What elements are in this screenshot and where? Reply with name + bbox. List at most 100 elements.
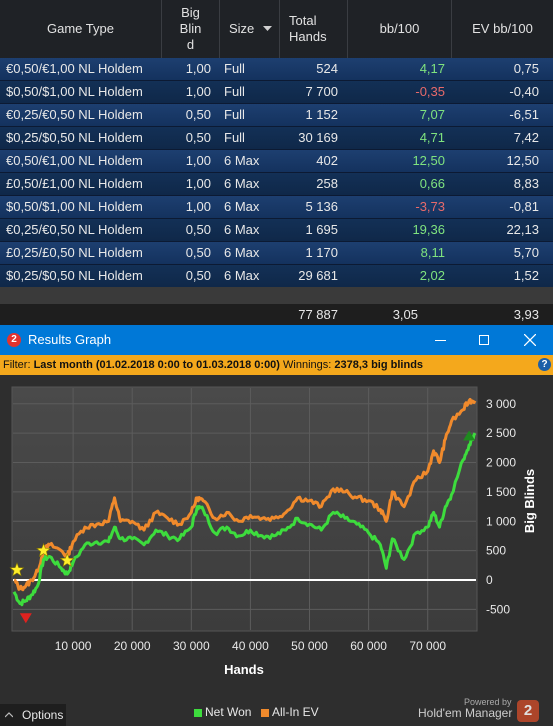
- cell-bb100: 2,02: [419, 268, 445, 283]
- cell-bb100: 0,66: [419, 176, 445, 191]
- col-game-type-label: Game Type: [47, 21, 114, 36]
- table-row[interactable]: $0,25/$0,50 NL Holdem 0,50 6 Max 29 681 2,02…: [0, 265, 553, 288]
- cell-total-hands: 258: [316, 176, 338, 191]
- brand-name: Hold'em Manager: [418, 706, 513, 720]
- x-tick-label: 50 000: [291, 639, 328, 653]
- cell-size: Full: [224, 61, 245, 76]
- results-chart[interactable]: 10 000 20 000 30 000 40 000 50 000 60 000 70 0…: [0, 375, 553, 698]
- sort-down-icon: [263, 26, 272, 31]
- close-button[interactable]: [515, 325, 545, 355]
- options-button[interactable]: Options: [0, 704, 66, 726]
- cell-total-hands: 402: [316, 153, 338, 168]
- cell-ev-bb100: 12,50: [506, 153, 539, 168]
- filter-bar: Filter: Last month (01.02.2018 0:00 to 0…: [0, 355, 553, 375]
- chevron-up-icon: [5, 712, 13, 718]
- table-row[interactable]: €0,25/€0,50 NL Holdem 0,50 6 Max 1 695 19,36…: [0, 219, 553, 242]
- cell-game-type: $0,50/$1,00 NL Holdem: [6, 84, 143, 99]
- help-icon[interactable]: ?: [538, 358, 551, 371]
- cell-total-hands: 29 681: [298, 268, 338, 283]
- table-row[interactable]: €0,25/€0,50 NL Holdem 0,50 Full 1 152 7,07 -6…: [0, 104, 553, 127]
- table-row[interactable]: £0,25/£0,50 NL Holdem 0,50 6 Max 1 170 8,11 5…: [0, 242, 553, 265]
- table-header: Game Type Big Blin d Size Total Hands bb/10…: [0, 0, 553, 58]
- cell-size: 6 Max: [224, 222, 260, 237]
- x-tick-label: 10 000: [55, 639, 92, 653]
- col-ev-bb100[interactable]: EV bb/100: [452, 0, 553, 58]
- minimize-icon: [435, 340, 446, 341]
- x-tick-label: 40 000: [232, 639, 269, 653]
- cell-big-blind: 1,00: [185, 176, 211, 191]
- cell-bb100: 4,71: [419, 130, 445, 145]
- col-big-blind-label: Big Blin d: [179, 5, 202, 52]
- cell-total-hands: 1 695: [305, 222, 338, 237]
- maximize-button[interactable]: [470, 325, 500, 355]
- cell-bb100: 8,11: [420, 245, 445, 260]
- table-totals-row: 77 887 3,05 3,93: [0, 304, 553, 325]
- table-row[interactable]: €0,50/€1,00 NL Holdem 1,00 Full 524 4,17 0,75: [0, 58, 553, 81]
- cell-game-type: €0,25/€0,50 NL Holdem: [6, 107, 143, 122]
- cell-ev-bb100: -6,51: [509, 107, 539, 122]
- cell-total-hands: 30 169: [298, 130, 338, 145]
- x-tick-label: 20 000: [114, 639, 151, 653]
- cell-game-type: £0,50/£1,00 NL Holdem: [6, 176, 143, 191]
- cell-size: 6 Max: [224, 153, 260, 168]
- y-tick-label: -500: [486, 602, 510, 616]
- table-row[interactable]: $0,50/$1,00 NL Holdem 1,00 6 Max 5 136 -3,73…: [0, 196, 553, 219]
- winnings-value: 2378,3 big blinds: [334, 359, 424, 371]
- x-tick-label: 70 000: [409, 639, 446, 653]
- y-axis-label: Big Blinds: [522, 469, 537, 533]
- cell-total-hands: 1 170: [305, 245, 338, 260]
- cell-ev-bb100: 7,42: [513, 130, 539, 145]
- maximize-icon: [479, 335, 489, 345]
- cell-bb100: 4,17: [419, 61, 445, 76]
- cell-ev-bb100: 0,75: [513, 61, 539, 76]
- cell-ev-bb100: 5,70: [513, 245, 539, 260]
- results-graph-titlebar[interactable]: 2 Results Graph: [0, 325, 553, 355]
- cell-big-blind: 1,00: [185, 153, 211, 168]
- cell-bb100: 19,36: [412, 222, 445, 237]
- y-tick-label: 500: [486, 544, 506, 558]
- winnings-label: Winnings:: [283, 359, 332, 371]
- col-game-type[interactable]: Game Type: [0, 0, 162, 58]
- table-row[interactable]: $0,25/$0,50 NL Holdem 0,50 Full 30 169 4,71 7…: [0, 127, 553, 150]
- cell-ev-bb100: 8,83: [513, 176, 539, 191]
- y-tick-label: 1 500: [486, 485, 516, 499]
- cell-total-hands: 5 136: [305, 199, 338, 214]
- table-row[interactable]: $0,50/$1,00 NL Holdem 1,00 Full 7 700 -0,35 -…: [0, 81, 553, 104]
- cell-bb100: 7,07: [419, 107, 445, 122]
- cell-game-type: €0,50/€1,00 NL Holdem: [6, 153, 143, 168]
- window-title: Results Graph: [28, 332, 112, 347]
- close-icon: [524, 334, 536, 346]
- cell-size: 6 Max: [224, 245, 260, 260]
- table-row[interactable]: £0,50/£1,00 NL Holdem 1,00 6 Max 258 0,66 8,8…: [0, 173, 553, 196]
- cell-game-type: $0,25/$0,50 NL Holdem: [6, 268, 143, 283]
- cell-big-blind: 0,50: [185, 245, 211, 260]
- cell-big-blind: 0,50: [185, 107, 211, 122]
- cell-size: 6 Max: [224, 268, 260, 283]
- y-tick-label: 1 000: [486, 514, 516, 528]
- minimize-button[interactable]: [426, 325, 456, 355]
- cell-size: Full: [224, 130, 245, 145]
- cell-game-type: $0,25/$0,50 NL Holdem: [6, 130, 143, 145]
- col-big-blind[interactable]: Big Blin d: [162, 0, 220, 58]
- y-tick-label: 2 500: [486, 426, 516, 440]
- y-tick-label: 3 000: [486, 397, 516, 411]
- cell-big-blind: 1,00: [185, 199, 211, 214]
- table-row[interactable]: €0,50/€1,00 NL Holdem 1,00 6 Max 402 12,50 12…: [0, 150, 553, 173]
- cell-total-hands: 7 700: [305, 84, 338, 99]
- col-bb100[interactable]: bb/100: [348, 0, 452, 58]
- y-tick-label: 2 000: [486, 456, 516, 470]
- cell-big-blind: 0,50: [185, 130, 211, 145]
- total-ev-bb100: 3,93: [513, 307, 539, 322]
- cell-size: Full: [224, 107, 245, 122]
- cell-big-blind: 0,50: [185, 222, 211, 237]
- filter-label: Filter:: [3, 359, 31, 371]
- col-size[interactable]: Size: [220, 0, 280, 58]
- col-bb100-label: bb/100: [379, 21, 420, 36]
- col-ev-bb100-label: EV bb/100: [472, 21, 533, 36]
- col-total-hands-label: Total Hands: [289, 13, 327, 44]
- total-bb100: 3,05: [392, 307, 418, 322]
- y-tick-label: 0: [486, 573, 493, 587]
- cell-total-hands: 524: [316, 61, 338, 76]
- col-total-hands[interactable]: Total Hands: [280, 0, 348, 58]
- filter-range: Last month (01.02.2018 0:00 to 01.03.201…: [33, 359, 280, 371]
